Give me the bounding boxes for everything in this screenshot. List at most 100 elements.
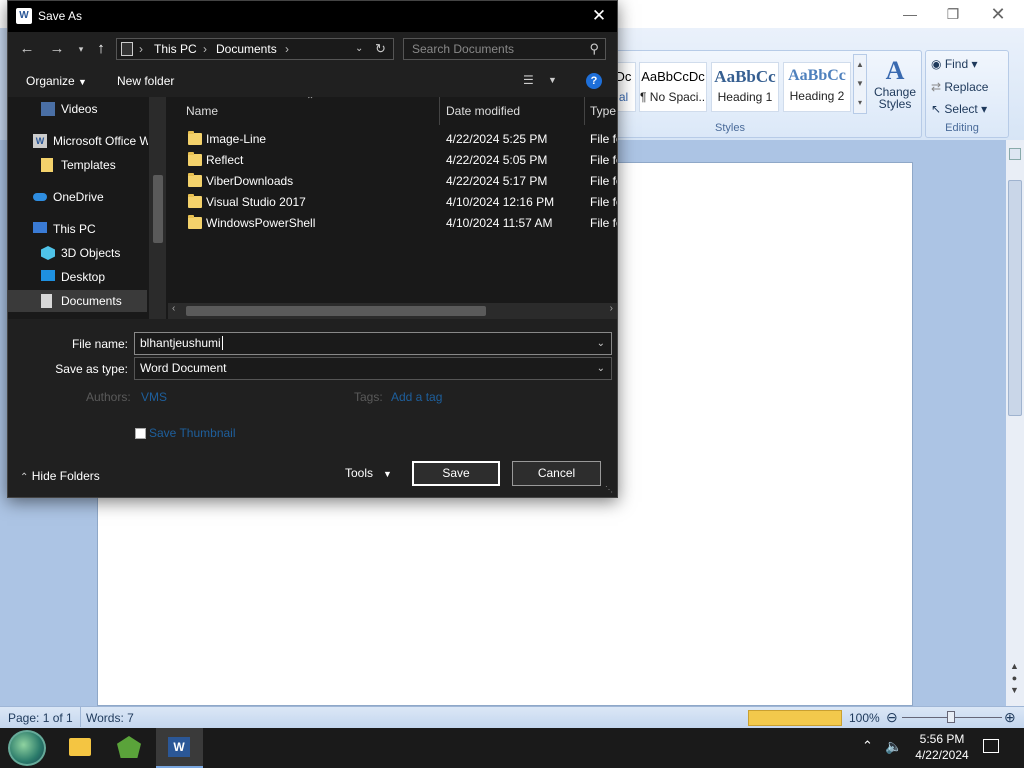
- binoculars-icon: ◉: [931, 57, 945, 71]
- vertical-scroll-thumb[interactable]: [1008, 180, 1022, 416]
- new-folder-button[interactable]: New folder: [117, 74, 174, 88]
- nav-scroll-thumb[interactable]: [153, 175, 163, 243]
- address-dropdown-icon[interactable]: ⌄: [355, 43, 363, 54]
- help-icon[interactable]: ?: [586, 73, 602, 89]
- chevron-up-icon: ⌃: [20, 472, 29, 483]
- replace-button[interactable]: ⇄ Replace: [931, 80, 988, 94]
- style-no-spacing[interactable]: AaBbCcDc ¶ No Spaci...: [639, 62, 707, 112]
- address-bar[interactable]: › This PC › Documents › ⌄ ↻: [116, 38, 394, 60]
- hscroll-thumb[interactable]: [186, 306, 486, 316]
- folder-icon: [188, 215, 202, 229]
- taskbar: W ⌃ 🔈 5:56 PM 4/22/2024: [0, 728, 1024, 768]
- file-name-label: File name:: [71, 337, 128, 351]
- documents-icon: [41, 294, 52, 308]
- style-heading-2[interactable]: AaBbCc Heading 2: [783, 62, 851, 112]
- editing-group-label: Editing: [945, 122, 979, 134]
- authors-value[interactable]: VMS: [141, 390, 167, 404]
- nav-pane-scrollbar[interactable]: [149, 97, 166, 319]
- scroll-right-icon[interactable]: ›: [610, 303, 613, 314]
- nav-item-microsoft-office[interactable]: W Microsoft Office W: [8, 130, 148, 152]
- nav-item-documents[interactable]: Documents: [8, 290, 147, 312]
- zoom-level[interactable]: 100%: [849, 711, 880, 725]
- nav-item-videos[interactable]: Videos: [8, 98, 148, 120]
- zoom-slider-thumb[interactable]: [947, 711, 955, 723]
- close-dialog-button[interactable]: ✕: [586, 5, 612, 27]
- save-type-select[interactable]: Word Document ⌄: [134, 357, 612, 380]
- pc-icon: [121, 42, 133, 56]
- organize-button[interactable]: Organize ▼: [26, 74, 87, 88]
- breadcrumb-documents[interactable]: Documents: [216, 42, 277, 56]
- save-thumbnail-checkbox[interactable]: [135, 428, 146, 439]
- word-count[interactable]: Words: 7: [86, 711, 134, 725]
- tools-button[interactable]: Tools ▼: [345, 466, 392, 480]
- find-button[interactable]: ◉ Find ▾: [931, 57, 978, 71]
- recent-locations-icon[interactable]: ▾: [70, 39, 92, 59]
- file-row[interactable]: Visual Studio 2017 4/10/2024 12:16 PM Fi…: [166, 192, 617, 213]
- up-button[interactable]: ↑: [90, 39, 112, 59]
- nav-item-this-pc[interactable]: This PC: [8, 218, 148, 240]
- back-button[interactable]: ←: [16, 39, 38, 59]
- zoom-in-icon[interactable]: ⊕: [1004, 709, 1016, 726]
- scroll-left-icon[interactable]: ‹: [172, 303, 175, 314]
- breadcrumb-this-pc[interactable]: This PC: [154, 42, 197, 56]
- app-icon[interactable]: [117, 736, 141, 758]
- file-row[interactable]: Image-Line 4/22/2024 5:25 PM File fo: [166, 129, 617, 150]
- show-hidden-icons-icon[interactable]: ⌃: [862, 738, 873, 754]
- word-icon: W: [168, 737, 190, 757]
- hide-folders-button[interactable]: ⌃ Hide Folders: [20, 469, 100, 483]
- nav-item-templates[interactable]: Templates: [8, 154, 148, 176]
- column-date-modified[interactable]: Date modified: [446, 99, 520, 123]
- save-as-dialog: W Save As ✕ ← → ▾ ↑ › This PC › Document…: [7, 0, 618, 498]
- start-button[interactable]: [8, 730, 46, 766]
- command-bar: Organize ▼ New folder ☰ ▼ ?: [8, 67, 617, 95]
- save-type-label: Save as type:: [55, 362, 128, 376]
- cancel-button[interactable]: Cancel: [512, 461, 601, 486]
- file-row[interactable]: ViberDownloads 4/22/2024 5:17 PM File fo: [166, 171, 617, 192]
- chevron-down-icon[interactable]: ⌄: [597, 333, 605, 354]
- page-count[interactable]: Page: 1 of 1: [8, 711, 73, 725]
- nav-item-3d-objects[interactable]: 3D Objects: [8, 242, 148, 264]
- clock[interactable]: 5:56 PM 4/22/2024: [912, 731, 972, 763]
- file-row[interactable]: WindowsPowerShell 4/10/2024 11:57 AM Fil…: [166, 213, 617, 234]
- column-type[interactable]: Type: [590, 99, 616, 123]
- style-heading-1[interactable]: AaBbCc Heading 1: [711, 62, 779, 112]
- column-divider[interactable]: [584, 97, 585, 125]
- dialog-title-bar: W Save As ✕: [8, 1, 617, 32]
- select-button[interactable]: ↖ Select ▾: [931, 102, 987, 116]
- word-taskbar-button[interactable]: W: [156, 728, 203, 768]
- chevron-down-icon[interactable]: ⌄: [597, 358, 605, 379]
- change-styles-button[interactable]: A Change Styles: [870, 56, 920, 122]
- cloud-icon: [33, 193, 47, 201]
- notifications-icon[interactable]: [983, 739, 999, 753]
- styles-scroll[interactable]: ▲ ▼ ▾: [853, 54, 867, 114]
- minimize-button[interactable]: —: [895, 4, 925, 24]
- view-buttons[interactable]: [748, 710, 842, 726]
- column-divider[interactable]: [439, 97, 440, 125]
- forward-button[interactable]: →: [46, 39, 68, 59]
- save-thumbnail-label[interactable]: Save Thumbnail: [149, 426, 236, 440]
- file-explorer-icon[interactable]: [69, 738, 91, 756]
- volume-muted-icon[interactable]: 🔈: [885, 738, 902, 755]
- file-list-hscrollbar[interactable]: ‹ ›: [168, 303, 617, 319]
- view-dropdown-icon[interactable]: ▼: [548, 75, 557, 85]
- styles-group-label: Styles: [715, 122, 745, 134]
- cube-icon: [41, 246, 55, 260]
- view-options-icon[interactable]: ☰: [523, 73, 534, 87]
- nav-item-desktop[interactable]: Desktop: [8, 266, 148, 288]
- zoom-out-icon[interactable]: ⊖: [886, 709, 898, 726]
- close-word-button[interactable]: ✕: [983, 4, 1013, 24]
- refresh-icon[interactable]: ↻: [375, 41, 386, 57]
- nav-item-onedrive[interactable]: OneDrive: [8, 186, 148, 208]
- word-folder-icon: W: [33, 134, 47, 148]
- search-input[interactable]: Search Documents ⚲: [403, 38, 606, 60]
- restore-button[interactable]: ❐: [938, 4, 968, 24]
- file-row[interactable]: Reflect 4/22/2024 5:05 PM File fo: [166, 150, 617, 171]
- browse-buttons[interactable]: ▲ ● ▼: [1010, 660, 1019, 696]
- save-button[interactable]: Save: [412, 461, 500, 486]
- resize-grip-icon[interactable]: ⋱: [605, 485, 613, 494]
- column-name[interactable]: Name: [186, 99, 218, 123]
- ruler-toggle-icon[interactable]: [1009, 148, 1021, 160]
- tags-input[interactable]: Add a tag: [391, 390, 442, 404]
- file-name-input[interactable]: blhantjeushumi ⌄: [134, 332, 612, 355]
- folder-icon: [188, 131, 202, 145]
